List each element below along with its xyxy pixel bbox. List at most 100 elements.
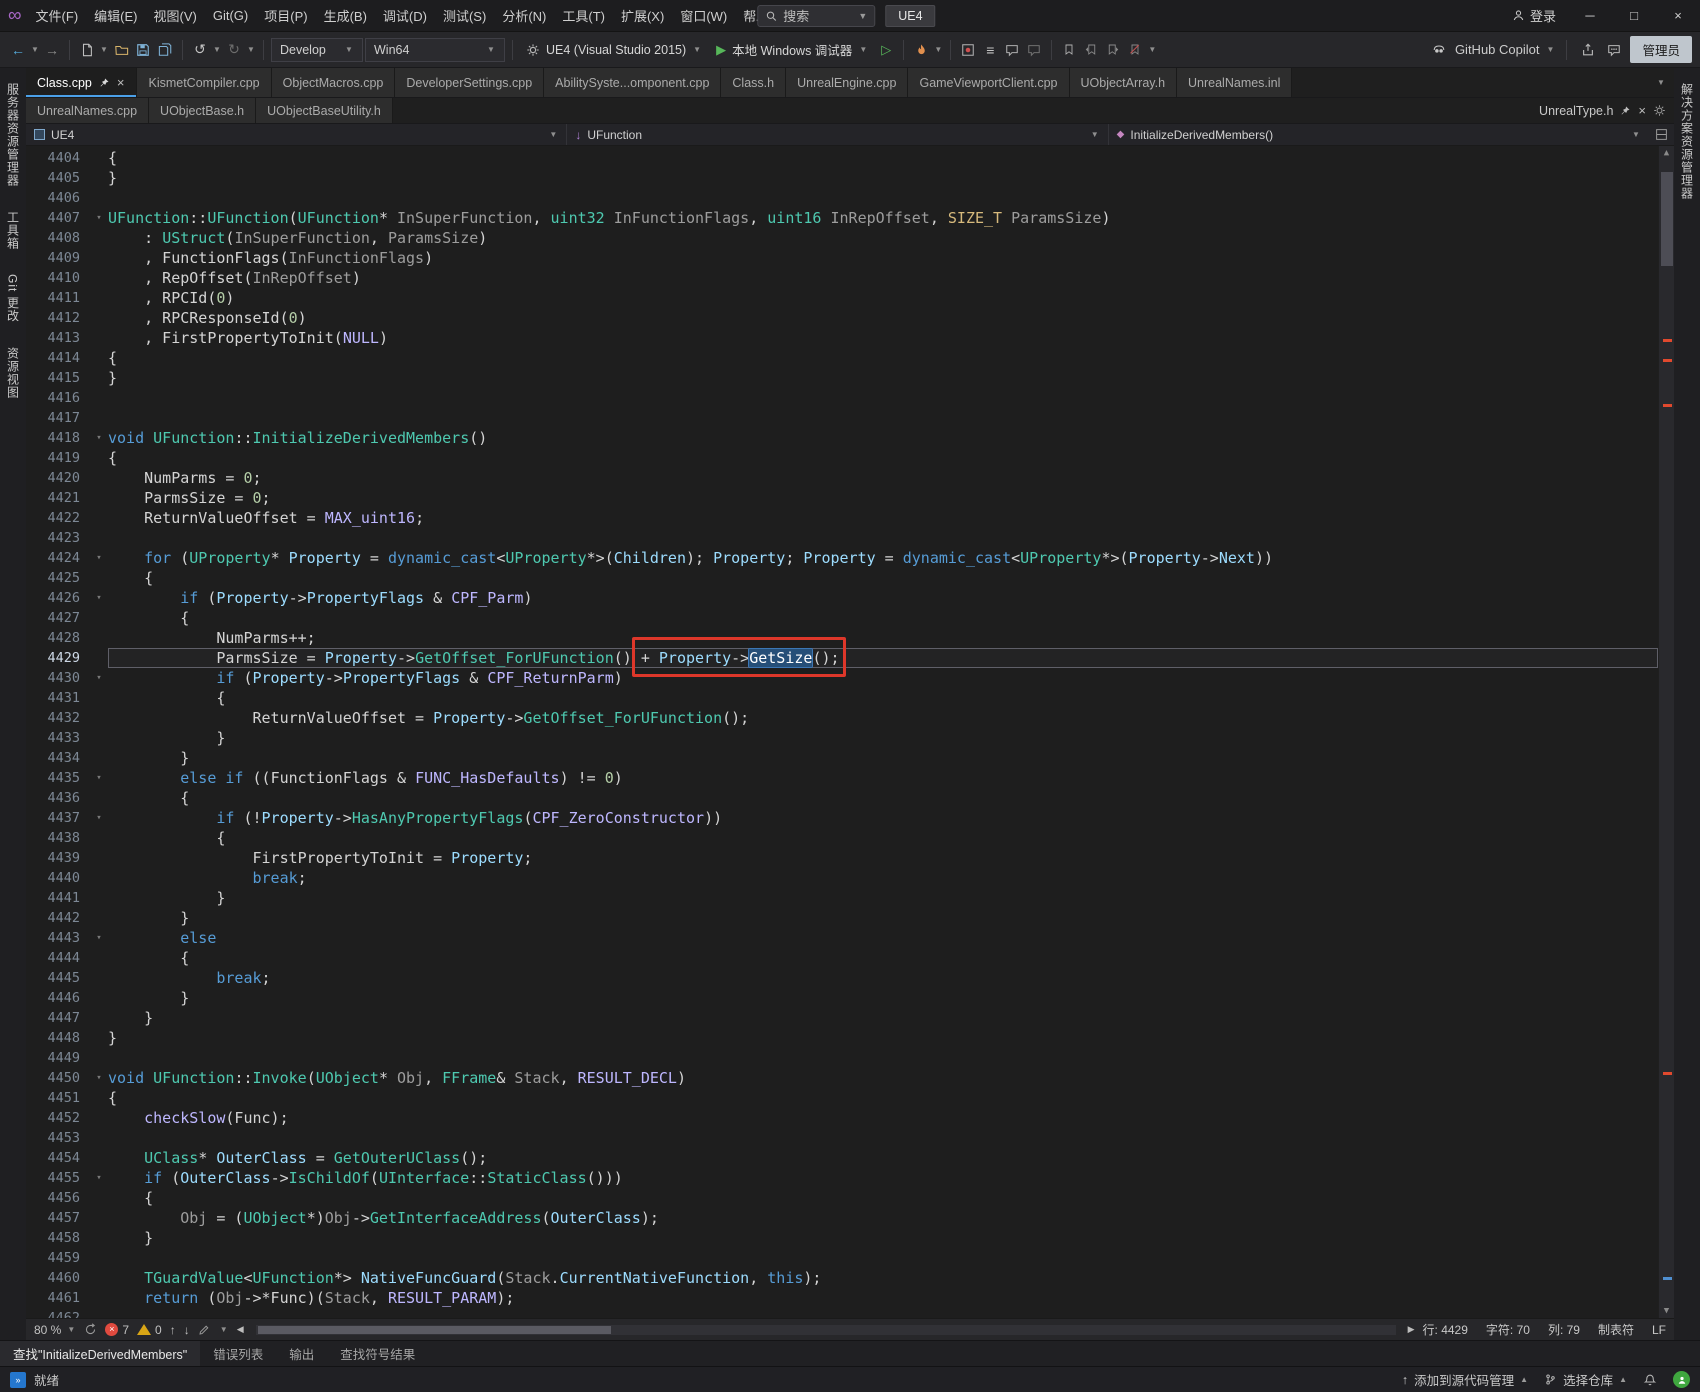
code-line[interactable]: 4461 return (Obj->*Func)(Stack, RESULT_P…: [26, 1288, 1658, 1308]
fold-marker-icon[interactable]: ▾: [90, 808, 108, 828]
prev-issue-icon[interactable]: ↑: [170, 1323, 176, 1337]
code-line[interactable]: 4440 break;: [26, 868, 1658, 888]
scroll-down-icon[interactable]: ▼: [1659, 1306, 1674, 1316]
open-folder-icon[interactable]: [111, 38, 131, 62]
code-line[interactable]: 4441 }: [26, 888, 1658, 908]
select-repository-button[interactable]: 选择仓库 ▲: [1544, 1370, 1627, 1389]
code-line[interactable]: 4428 NumParms++;: [26, 628, 1658, 648]
code-line[interactable]: 4419 {: [26, 448, 1658, 468]
code-line[interactable]: 4412 , RPCResponseId(0): [26, 308, 1658, 328]
fold-marker-icon[interactable]: ▾: [90, 208, 108, 228]
chevron-down-icon[interactable]: ▼: [219, 1325, 229, 1334]
bookmark-prev-icon[interactable]: [1081, 38, 1101, 62]
document-tab[interactable]: UnrealNames.cpp: [26, 98, 150, 123]
code-line[interactable]: 4417: [26, 408, 1658, 428]
code-line[interactable]: 4439 FirstPropertyToInit = Property;: [26, 848, 1658, 868]
pinned-tab-label[interactable]: UnrealType.h: [1539, 104, 1613, 118]
gear-icon[interactable]: [1653, 104, 1666, 117]
edit-tracking-icon[interactable]: [198, 1323, 211, 1336]
share-icon[interactable]: [1578, 38, 1598, 62]
save-all-icon[interactable]: [155, 38, 175, 62]
code-line[interactable]: 4438 {: [26, 828, 1658, 848]
code-line[interactable]: 4404 {: [26, 148, 1658, 168]
code-line[interactable]: 4452 checkSlow(Func);: [26, 1108, 1658, 1128]
start-debugging-button[interactable]: ▶ 本地 Windows 调试器 ▼: [710, 38, 874, 62]
breakpoints-window-icon[interactable]: [958, 38, 978, 62]
minimize-button[interactable]: ─: [1568, 0, 1612, 32]
warning-count[interactable]: 0: [137, 1323, 162, 1337]
code-line[interactable]: 4453: [26, 1128, 1658, 1148]
panel-tab[interactable]: 输出: [276, 1341, 327, 1366]
chevron-down-icon[interactable]: ▼: [1545, 45, 1555, 54]
eol-indicator[interactable]: LF: [1652, 1323, 1666, 1337]
document-tab[interactable]: UObjectBase.h: [149, 98, 257, 123]
panel-tab[interactable]: 查找"InitializeDerivedMembers": [0, 1341, 201, 1366]
code-line[interactable]: 4420 NumParms = 0;: [26, 468, 1658, 488]
panel-tab[interactable]: 查找符号结果: [327, 1341, 428, 1366]
uncomment-icon[interactable]: [1024, 38, 1044, 62]
code-line[interactable]: 4449: [26, 1048, 1658, 1068]
code-line[interactable]: 4425 {: [26, 568, 1658, 588]
document-tab[interactable]: GameViewportClient.cpp: [908, 68, 1070, 97]
close-button[interactable]: ×: [1656, 0, 1700, 32]
code-line[interactable]: 4423: [26, 528, 1658, 548]
code-line[interactable]: 4462: [26, 1308, 1658, 1318]
add-to-source-control-button[interactable]: ↑ 添加到源代码管理 ▲: [1402, 1370, 1528, 1389]
menu-item[interactable]: Git(G): [205, 3, 256, 28]
code-line[interactable]: 4433 }: [26, 728, 1658, 748]
navigate-forward-icon[interactable]: →: [42, 38, 62, 62]
code-line[interactable]: 4450 ▾ void UFunction::Invoke(UObject* Obj…: [26, 1068, 1658, 1088]
fold-marker-icon[interactable]: ▾: [90, 928, 108, 948]
menu-item[interactable]: 视图(V): [146, 1, 205, 30]
document-tab[interactable]: UnrealEngine.cpp: [786, 68, 909, 97]
side-panel-tab[interactable]: 工具箱: [5, 202, 22, 259]
zoom-dropdown[interactable]: 80 % ▼: [34, 1323, 76, 1337]
code-line[interactable]: 4446 }: [26, 988, 1658, 1008]
chevron-down-icon[interactable]: ▼: [246, 45, 256, 54]
chevron-down-icon[interactable]: ▼: [933, 45, 943, 54]
code-line[interactable]: 4459: [26, 1248, 1658, 1268]
vertical-scrollbar[interactable]: ▲ ▼: [1658, 146, 1674, 1318]
close-icon[interactable]: ×: [116, 75, 126, 90]
code-line[interactable]: 4413 , FirstPropertyToInit(NULL): [26, 328, 1658, 348]
code-line[interactable]: 4411 , RPCId(0): [26, 288, 1658, 308]
document-tab[interactable]: UObjectArray.h: [1069, 68, 1178, 97]
code-line[interactable]: 4454 UClass* OuterClass = GetOuterUClass…: [26, 1148, 1658, 1168]
search-box[interactable]: 搜索 ▼: [757, 4, 876, 27]
menu-item[interactable]: 文件(F): [28, 1, 87, 30]
document-tab[interactable]: UnrealNames.inl: [1177, 68, 1293, 97]
scroll-up-icon[interactable]: ▲: [1659, 148, 1674, 158]
scrollbar-thumb[interactable]: [257, 1325, 612, 1334]
feedback-icon[interactable]: [1604, 38, 1624, 62]
code-line[interactable]: 4456 {: [26, 1188, 1658, 1208]
code-line[interactable]: 4409 , FunctionFlags(InFunctionFlags): [26, 248, 1658, 268]
document-tab[interactable]: DeveloperSettings.cpp: [395, 68, 545, 97]
menu-item[interactable]: 扩展(X): [613, 1, 672, 30]
document-tab[interactable]: ObjectMacros.cpp: [271, 68, 396, 97]
toolbar-overflow-icon[interactable]: ▼: [1147, 45, 1157, 54]
code-line[interactable]: 4422 ReturnValueOffset = MAX_uint16;: [26, 508, 1658, 528]
fold-marker-icon[interactable]: ▾: [90, 1168, 108, 1188]
solution-config-dropdown[interactable]: Develop ▼: [271, 37, 363, 62]
account-avatar[interactable]: [1673, 1371, 1690, 1388]
code-line[interactable]: 4434 }: [26, 748, 1658, 768]
code-line[interactable]: 4416: [26, 388, 1658, 408]
chevron-down-icon[interactable]: ▼: [30, 45, 40, 54]
background-tasks-icon[interactable]: »: [10, 1371, 26, 1388]
code-line[interactable]: 4407 ▾ UFunction::UFunction(UFunction* InS…: [26, 208, 1658, 228]
fold-marker-icon[interactable]: ▾: [90, 668, 108, 688]
code-line[interactable]: 4458 }: [26, 1228, 1658, 1248]
notifications-bell-icon[interactable]: [1643, 1373, 1657, 1387]
code-line[interactable]: 4448}: [26, 1028, 1658, 1048]
fold-marker-icon[interactable]: ▾: [90, 588, 108, 608]
bookmark-toggle-icon[interactable]: [1059, 38, 1079, 62]
code-line[interactable]: 4406: [26, 188, 1658, 208]
bookmark-next-icon[interactable]: [1103, 38, 1123, 62]
breadcrumb-type-dropdown[interactable]: ↓ UFunction ▼: [567, 124, 1109, 145]
breadcrumb-member-dropdown[interactable]: ◆ InitializeDerivedMembers() ▼: [1109, 124, 1649, 145]
scroll-left-icon[interactable]: ◀: [237, 1324, 244, 1335]
code-line[interactable]: 4415}: [26, 368, 1658, 388]
code-line[interactable]: 4455 ▾ if (OuterClass->IsChildOf(UInterfa…: [26, 1168, 1658, 1188]
menu-item[interactable]: 项目(P): [256, 1, 315, 30]
breadcrumb-project-dropdown[interactable]: UE4 ▼: [26, 124, 568, 145]
